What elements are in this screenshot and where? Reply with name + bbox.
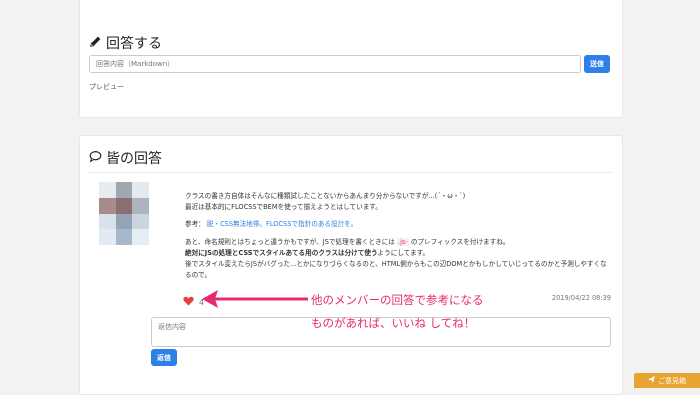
reply-submit-button[interactable]: 返信	[151, 349, 177, 366]
answers-title: 皆の回答	[106, 151, 162, 167]
speech-bubble-icon	[89, 150, 106, 167]
answer-comment: クラスの書き方自体はそんなに種類試したことないからあんまり分からないですが...…	[185, 191, 613, 281]
answers-heading: 皆の回答	[89, 148, 162, 168]
submit-answer-button[interactable]: 送信	[584, 55, 610, 73]
comment-reference: 参考： 脱・CSS無法地帯。FLOCSSで指針のある設計を。	[185, 219, 613, 230]
comment-line: 絶対にJSの処理とCSSでスタイルあてる用のクラスは分けて使うようにしてます。	[185, 248, 613, 259]
send-icon	[648, 376, 655, 385]
comment-text: ようにしてます。	[377, 248, 430, 257]
annotation-text-line: 他のメンバーの回答で参考になる	[311, 293, 484, 307]
answer-form-heading: 回答する	[89, 33, 162, 53]
divider	[89, 172, 612, 173]
comment-line: 後でスタイル変えたらJSがバグった...とかになりづらくなるのと、HTML側から…	[185, 260, 607, 280]
submit-answer-label: 送信	[590, 60, 604, 68]
answer-form-title: 回答する	[106, 36, 162, 52]
answer-input[interactable]	[89, 55, 581, 73]
answer-form-card: 回答する 送信 プレビュー	[79, 0, 623, 118]
reference-link[interactable]: 脱・CSS無法地帯。FLOCSSで指針のある設計を。	[207, 220, 357, 228]
pencil-icon	[89, 35, 106, 52]
comment-text: あと、命名規則とはちょっと違うかもですが、JSで処理を書くときには	[185, 237, 395, 246]
comment-line: クラスの書き方自体はそんなに種類試したことないからあんまり分からないですが...…	[185, 192, 466, 200]
annotation-text-line: ものがあれば、いいね してね！	[311, 316, 476, 330]
feedback-label: ご意見箱	[658, 376, 686, 385]
answer-timestamp: 2019/04/22 08:39	[551, 294, 611, 302]
comment-line: 最近は基本的にFLOCSSでBEMを使って揃えようとはしています。	[185, 203, 382, 212]
comment-bold-text: 絶対にJSの処理とCSSでスタイルあてる用のクラスは分けて使う	[185, 248, 378, 257]
avatar	[99, 182, 149, 245]
inline-code: .js-	[396, 237, 409, 246]
heart-icon	[183, 296, 194, 308]
comment-text: のプレフィックスを付けますね。	[410, 237, 510, 246]
comment-line: あと、命名規則とはちょっと違うかもですが、JSで処理を書くときには .js- の…	[185, 237, 613, 248]
answers-card: 皆の回答 クラスの書き方自体はそんなに種類試したことないからあんまり分からないで…	[79, 135, 623, 395]
reference-prefix: 参考：	[185, 220, 205, 229]
annotation-arrow	[202, 290, 308, 308]
preview-label: プレビュー	[89, 83, 124, 91]
feedback-button[interactable]: ご意見箱	[634, 373, 700, 388]
reply-submit-label: 返信	[157, 353, 171, 362]
